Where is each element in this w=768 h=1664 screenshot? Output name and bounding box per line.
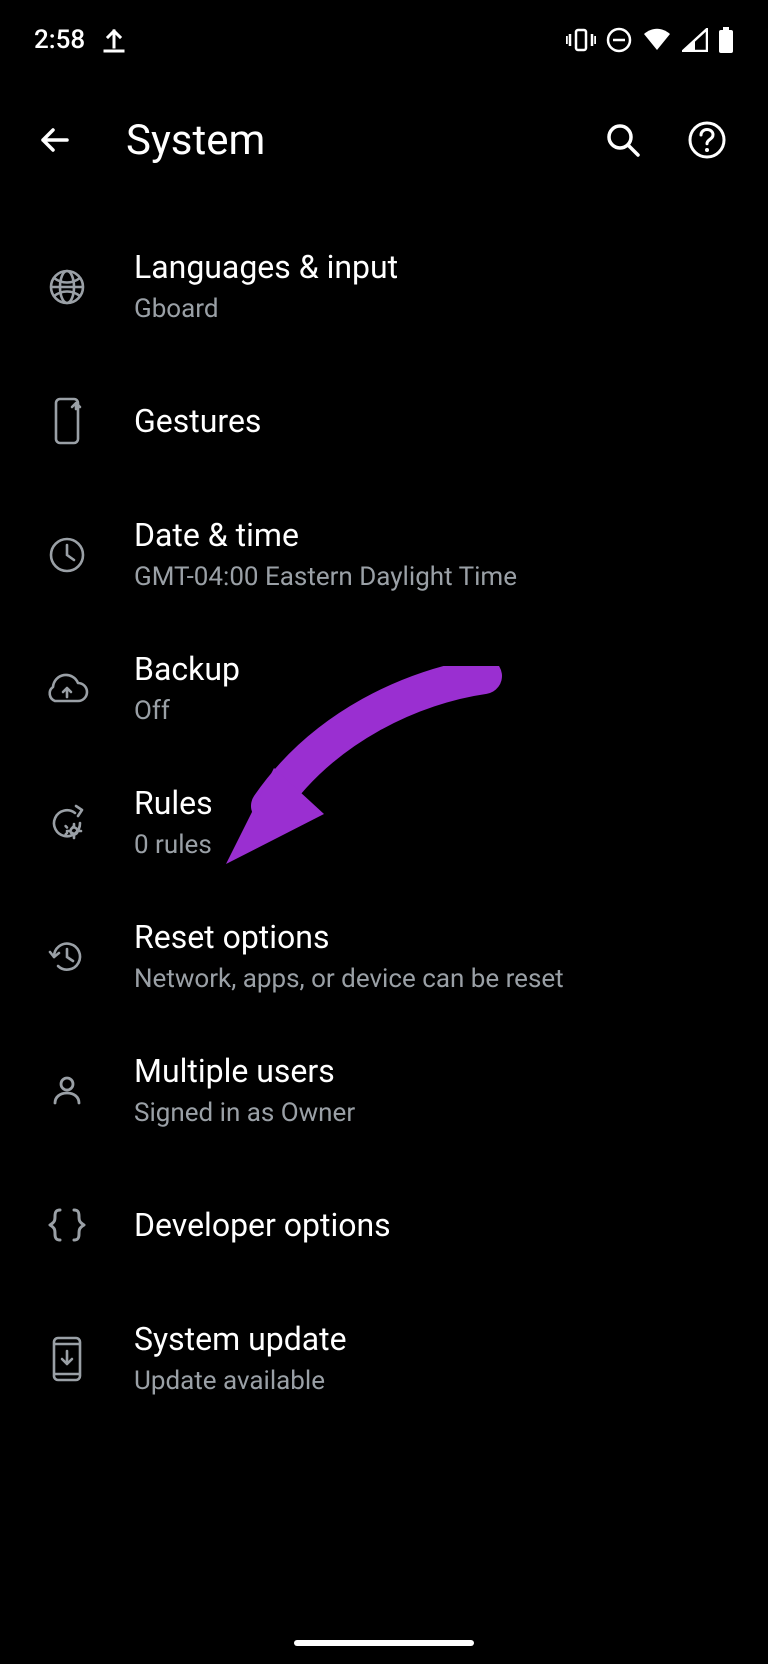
row-gestures[interactable]: Gestures	[0, 354, 768, 488]
status-bar: 2:58	[0, 0, 768, 80]
row-rules[interactable]: Rules 0 rules	[0, 756, 768, 890]
history-icon	[0, 936, 134, 978]
help-icon	[687, 120, 727, 160]
help-button[interactable]	[682, 115, 732, 165]
row-title: Languages & input	[134, 247, 738, 287]
upload-icon	[103, 27, 125, 53]
row-subtitle: Network, apps, or device can be reset	[134, 963, 738, 997]
row-title: Date & time	[134, 515, 738, 555]
row-multiple-users[interactable]: Multiple users Signed in as Owner	[0, 1024, 768, 1158]
row-title: Reset options	[134, 917, 738, 957]
row-title: Developer options	[134, 1205, 738, 1245]
status-right	[566, 27, 734, 53]
row-reset-options[interactable]: Reset options Network, apps, or device c…	[0, 890, 768, 1024]
row-subtitle: Update available	[134, 1365, 738, 1399]
row-title: Gestures	[134, 401, 738, 441]
row-title: Backup	[134, 649, 738, 689]
row-subtitle: Gboard	[134, 293, 738, 327]
row-backup[interactable]: Backup Off	[0, 622, 768, 756]
nav-handle[interactable]	[294, 1640, 474, 1646]
header-actions	[598, 115, 732, 165]
search-icon	[604, 121, 642, 159]
clock-icon	[0, 535, 134, 575]
dnd-icon	[606, 27, 632, 53]
row-subtitle: GMT-04:00 Eastern Daylight Time	[134, 561, 738, 595]
rules-icon	[0, 802, 134, 844]
row-date-time[interactable]: Date & time GMT-04:00 Eastern Daylight T…	[0, 488, 768, 622]
settings-list: Languages & input Gboard Gestures Date &…	[0, 200, 768, 1426]
search-button[interactable]	[598, 115, 648, 165]
row-subtitle: Off	[134, 695, 738, 729]
row-title: System update	[134, 1319, 738, 1359]
row-languages-input[interactable]: Languages & input Gboard	[0, 220, 768, 354]
status-left: 2:58	[34, 25, 125, 55]
status-time: 2:58	[34, 25, 85, 55]
row-subtitle: 0 rules	[134, 829, 738, 863]
row-subtitle: Signed in as Owner	[134, 1097, 738, 1131]
app-header: System	[0, 80, 768, 200]
row-title: Multiple users	[134, 1051, 738, 1091]
braces-icon	[0, 1205, 134, 1245]
row-developer-options[interactable]: Developer options	[0, 1158, 768, 1292]
arrow-back-icon	[35, 120, 75, 160]
globe-icon	[0, 267, 134, 307]
row-system-update[interactable]: System update Update available	[0, 1292, 768, 1426]
gestures-icon	[0, 395, 134, 447]
cloud-upload-icon	[0, 671, 134, 707]
battery-icon	[718, 27, 734, 53]
person-icon	[0, 1071, 134, 1111]
signal-icon	[682, 28, 708, 52]
row-title: Rules	[134, 783, 738, 823]
page-title: System	[126, 116, 598, 165]
back-button[interactable]	[30, 115, 80, 165]
vibrate-icon	[566, 28, 596, 52]
system-update-icon	[0, 1334, 134, 1384]
wifi-icon	[642, 28, 672, 52]
